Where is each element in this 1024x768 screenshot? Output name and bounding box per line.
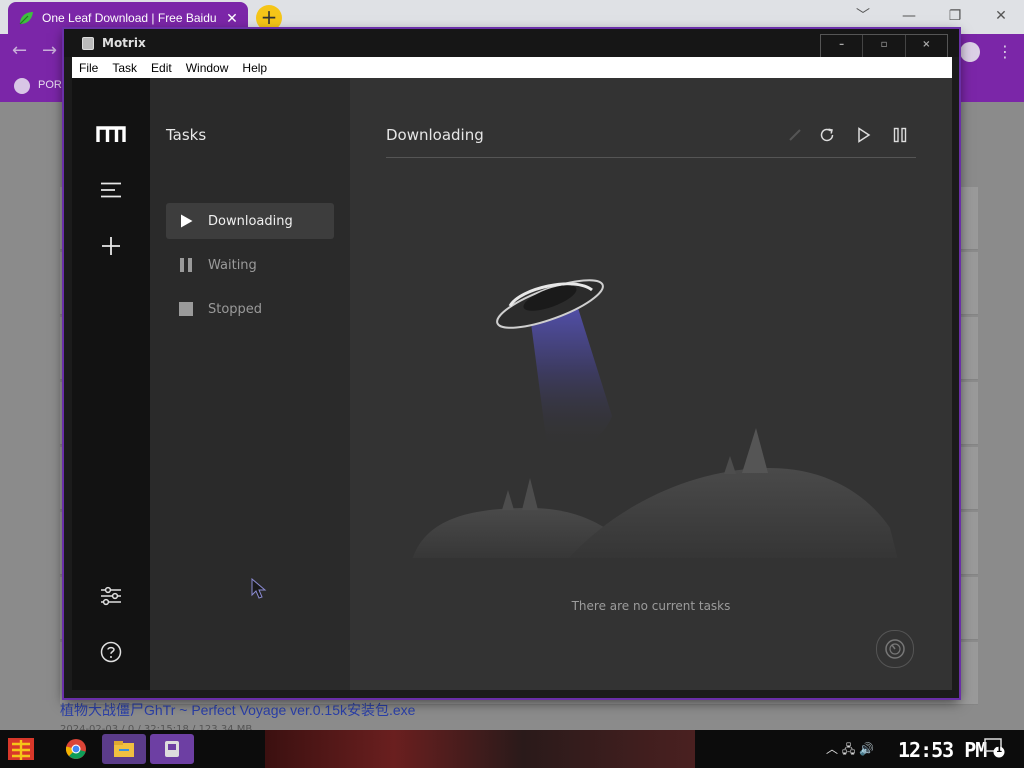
motrix-app-icon [82, 37, 94, 50]
app-body: Tasks Downloading Waiting Stopped Downlo… [72, 78, 952, 690]
menu-icon[interactable] [95, 174, 127, 206]
file-explorer-taskbar-icon[interactable] [102, 734, 146, 764]
menu-edit[interactable]: Edit [144, 61, 179, 75]
icon-rail [72, 78, 150, 690]
browser-tab-title: One Leaf Download | Free Baidu [42, 11, 217, 25]
notification-count: 1 [996, 745, 1003, 755]
maximize-button[interactable]: ▫ [863, 35, 906, 57]
browser-minimize-button[interactable]: — [889, 4, 929, 28]
add-icon[interactable] [95, 230, 127, 262]
pause-icon [178, 257, 194, 273]
help-icon[interactable] [95, 636, 127, 668]
back-icon[interactable]: ← [12, 40, 27, 61]
settings-sliders-icon[interactable] [95, 580, 127, 612]
download-link[interactable]: 植物大战僵尸GhTr ~ Perfect Voyage ver.0.15k安装包… [60, 700, 415, 720]
tasks-sidebar: Tasks Downloading Waiting Stopped [150, 78, 350, 690]
browser-close-button[interactable]: ✕ [981, 4, 1021, 28]
menu-file[interactable]: File [72, 61, 105, 75]
sidebar-item-waiting[interactable]: Waiting [166, 247, 334, 283]
tab-search-icon[interactable]: ﹀ [843, 4, 883, 28]
refresh-icon[interactable] [816, 124, 838, 146]
mouse-cursor-icon [251, 578, 267, 599]
sidebar-item-downloading[interactable]: Downloading [166, 203, 334, 239]
bookmark-item[interactable]: PORI [38, 79, 65, 91]
menu-window[interactable]: Window [179, 61, 236, 75]
sidebar-item-stopped[interactable]: Stopped [166, 291, 334, 327]
divider [386, 157, 916, 158]
taskbar-wallpaper [265, 730, 695, 768]
menu-help[interactable]: Help [235, 61, 274, 75]
motrix-taskbar-icon[interactable] [150, 734, 194, 764]
system-tray-icons[interactable]: ︿ 🖧 🔊 [826, 740, 874, 761]
window-controls: – ▫ × [820, 34, 948, 58]
new-tab-button[interactable]: + [256, 5, 282, 31]
resume-all-icon[interactable] [853, 124, 875, 146]
taskbar: ︿ 🖧 🔊 12:53 PM 1 [0, 730, 1024, 768]
leaf-icon [19, 12, 33, 25]
empty-state-text: There are no current tasks [571, 599, 731, 613]
spinner-icon [784, 124, 806, 146]
sidebar-item-label: Waiting [208, 257, 257, 273]
motrix-logo-icon[interactable] [95, 118, 127, 150]
close-button[interactable]: × [906, 35, 947, 57]
sidebar-item-label: Downloading [208, 213, 293, 229]
globe-icon [14, 78, 30, 94]
ufo-empty-illustration [412, 279, 898, 558]
taskbar-clock[interactable]: 12:53 PM [898, 738, 987, 762]
chrome-taskbar-icon[interactable] [54, 734, 98, 764]
window-title: Motrix [102, 36, 146, 50]
tab-close-icon[interactable]: ✕ [222, 10, 242, 27]
menu-task[interactable]: Task [105, 61, 144, 75]
sidebar-title: Tasks [166, 126, 207, 144]
minimize-button[interactable]: – [821, 35, 864, 57]
speedometer-icon[interactable] [876, 630, 914, 668]
motrix-window: Motrix – ▫ × File Task Edit Window Help [64, 29, 959, 698]
more-menu-icon[interactable]: ⋮ [997, 42, 1013, 61]
pause-all-icon[interactable] [889, 124, 911, 146]
browser-restore-button[interactable]: ❐ [935, 4, 975, 28]
main-panel: Downloading There are no current tasks [350, 78, 952, 690]
window-titlebar[interactable]: Motrix – ▫ × [64, 29, 959, 58]
forward-icon[interactable]: → [42, 40, 57, 61]
stop-icon [178, 301, 194, 317]
profile-icon[interactable] [960, 42, 980, 62]
sidebar-item-label: Stopped [208, 301, 263, 317]
start-icon[interactable] [6, 734, 38, 764]
play-icon [178, 213, 194, 229]
menubar: File Task Edit Window Help [72, 57, 952, 78]
notification-icon[interactable]: 1 [984, 738, 1006, 758]
page-title: Downloading [386, 126, 484, 144]
